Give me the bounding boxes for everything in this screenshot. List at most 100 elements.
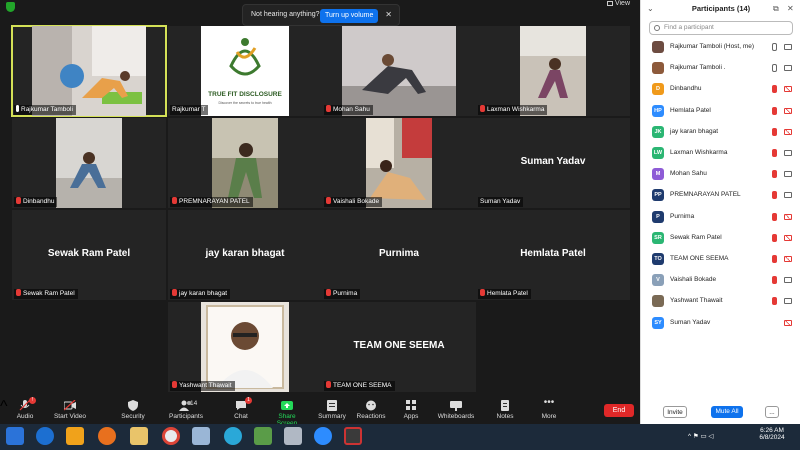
video-tile[interactable]: TRUE FIT DISCLOSURE Discover the secrets… xyxy=(168,26,322,116)
notes-button[interactable]: Notes xyxy=(494,400,516,420)
close-icon[interactable]: ✕ xyxy=(385,10,392,19)
mic-muted-icon[interactable] xyxy=(772,212,777,221)
participant-row[interactable]: V Vaishali Bokade xyxy=(641,271,800,289)
share-screen-button[interactable]: Share Screen xyxy=(268,400,306,427)
video-tile[interactable]: Dinbandhu xyxy=(12,118,166,208)
mute-all-button[interactable]: Mute All xyxy=(711,406,743,418)
video-camera-icon[interactable] xyxy=(784,171,792,178)
chevron-up-icon[interactable]: ^ xyxy=(0,398,8,415)
video-off-icon[interactable] xyxy=(784,319,792,326)
video-off-icon[interactable] xyxy=(784,256,792,262)
turn-up-volume-button[interactable]: Turn up volume xyxy=(320,9,379,23)
photos-icon[interactable] xyxy=(254,427,272,445)
video-off-icon[interactable] xyxy=(784,86,792,93)
video-tile[interactable]: Yashwant Thawait xyxy=(168,302,322,392)
participant-name-label: Yashwant Thawait xyxy=(170,381,235,391)
mic-icon[interactable] xyxy=(772,64,777,73)
video-camera-icon[interactable] xyxy=(784,192,792,199)
windows-start-icon[interactable] xyxy=(6,427,24,445)
mic-muted-icon[interactable] xyxy=(772,255,777,263)
end-meeting-button[interactable]: End xyxy=(604,404,634,417)
participant-name-label: PREMNARAYAN PATEL xyxy=(170,197,253,207)
participant-row[interactable]: HP Hemlata Patel xyxy=(641,102,800,120)
video-tile[interactable]: PREMNARAYAN PATEL xyxy=(168,118,322,208)
reactions-button[interactable]: Reactions xyxy=(356,400,386,420)
more-button[interactable]: ••• More xyxy=(538,398,560,421)
summary-button[interactable]: Summary xyxy=(318,400,346,420)
chrome-icon[interactable] xyxy=(162,427,180,445)
avatar: M xyxy=(652,168,664,181)
participant-row[interactable]: LW Laxman Wishkarma xyxy=(641,144,800,162)
video-tile[interactable]: jay karan bhagat jay karan bhagat xyxy=(168,210,322,300)
video-gallery: View Not hearing anything? Turn up volum… xyxy=(0,0,640,398)
video-tile[interactable]: Rajkumar Tamboli xyxy=(11,25,167,117)
document-app-icon[interactable] xyxy=(192,427,210,445)
mic-muted-icon[interactable] xyxy=(772,297,777,306)
video-off-icon[interactable] xyxy=(784,107,792,114)
video-camera-icon[interactable] xyxy=(784,65,792,72)
mic-muted-icon[interactable] xyxy=(772,106,777,115)
chat-button[interactable]: 1 Chat xyxy=(230,397,252,420)
windows-taskbar: ^ ⚑ ▭ ◁ 6:26 AM 6/8/2024 xyxy=(0,424,800,450)
security-button[interactable]: Security xyxy=(118,400,148,420)
close-icon[interactable]: ✕ xyxy=(787,4,794,13)
video-camera-icon[interactable] xyxy=(784,150,792,156)
video-tile[interactable]: Purnima Purnima xyxy=(322,210,476,300)
video-off-icon[interactable] xyxy=(784,213,792,220)
participant-row[interactable]: Rajkumar Tamboli . xyxy=(641,59,800,77)
audio-button[interactable]: ! Audio xyxy=(14,397,36,420)
invite-button[interactable]: Invite xyxy=(663,406,687,418)
start-video-button[interactable]: Start Video xyxy=(52,399,88,420)
video-tile[interactable]: Mohan Sahu xyxy=(322,26,476,116)
file-explorer-icon[interactable] xyxy=(130,427,148,445)
video-off-icon[interactable] xyxy=(784,234,792,241)
system-clock[interactable]: 6:26 AM 6/8/2024 xyxy=(750,427,794,441)
participant-row[interactable]: TO TEAM ONE SEEMA xyxy=(641,250,800,268)
more-options-button[interactable]: ... xyxy=(765,406,779,418)
video-tile[interactable]: Suman Yadav Suman Yadav xyxy=(476,118,630,208)
edge-icon[interactable] xyxy=(224,427,242,445)
video-tile[interactable]: Laxman Wishkarma xyxy=(476,26,630,116)
video-tile[interactable]: Sewak Ram Patel Sewak Ram Patel xyxy=(12,210,166,300)
app-icon[interactable] xyxy=(284,427,302,445)
video-off-icon[interactable] xyxy=(784,128,792,135)
mic-muted-icon[interactable] xyxy=(772,127,777,136)
participant-row[interactable]: PP PREMNARAYAN PATEL xyxy=(641,186,800,204)
mic-muted-icon[interactable] xyxy=(772,233,777,242)
participant-row[interactable]: SR Sewak Ram Patel xyxy=(641,229,800,247)
pop-out-icon[interactable]: ⧉ xyxy=(773,4,779,14)
tray-icons[interactable]: ^ ⚑ ▭ ◁ xyxy=(688,432,713,440)
zoom-taskbar-icon[interactable] xyxy=(314,427,332,445)
participant-row[interactable]: M Mohan Sahu xyxy=(641,165,800,183)
mic-icon[interactable] xyxy=(772,43,777,51)
apps-button[interactable]: Apps xyxy=(400,400,422,420)
mic-muted-icon[interactable] xyxy=(772,170,777,179)
media-player-icon[interactable] xyxy=(66,427,84,445)
ie-browser-icon[interactable] xyxy=(36,427,54,445)
mic-muted-icon[interactable] xyxy=(772,191,777,200)
participant-row[interactable]: JK jay karan bhagat xyxy=(641,123,800,141)
participant-row[interactable]: Rajkumar Tamboli (Host, me) xyxy=(641,38,800,56)
firefox-icon[interactable] xyxy=(98,427,116,445)
participant-name-label: jay karan bhagat xyxy=(170,289,231,299)
camera-app-icon[interactable] xyxy=(344,427,362,445)
video-camera-icon[interactable] xyxy=(784,44,792,50)
video-tile[interactable]: TEAM ONE SEEMA TEAM ONE SEEMA xyxy=(322,302,476,392)
find-participant-input[interactable]: Find a participant xyxy=(649,21,793,35)
participant-row[interactable]: P Purnima xyxy=(641,208,800,226)
encryption-shield-icon[interactable] xyxy=(6,2,15,12)
video-tile[interactable]: Hemlata Patel Hemlata Patel xyxy=(476,210,630,300)
mic-muted-icon[interactable] xyxy=(772,149,777,157)
grid-view-icon xyxy=(606,0,613,6)
video-camera-icon[interactable] xyxy=(784,298,792,305)
video-camera-icon[interactable] xyxy=(784,277,792,284)
participant-row[interactable]: D Dinbandhu xyxy=(641,80,800,98)
participants-button[interactable]: 14 Participants xyxy=(166,400,206,420)
participant-row[interactable]: SY Suman Yadav xyxy=(641,314,800,332)
participant-row[interactable]: Yashwant Thawait xyxy=(641,292,800,310)
mic-muted-icon[interactable] xyxy=(772,85,777,94)
view-button[interactable]: View xyxy=(606,0,630,7)
whiteboards-button[interactable]: Whiteboards xyxy=(436,400,476,420)
video-tile[interactable]: Vaishali Bokade xyxy=(322,118,476,208)
mic-muted-icon[interactable] xyxy=(772,276,777,285)
